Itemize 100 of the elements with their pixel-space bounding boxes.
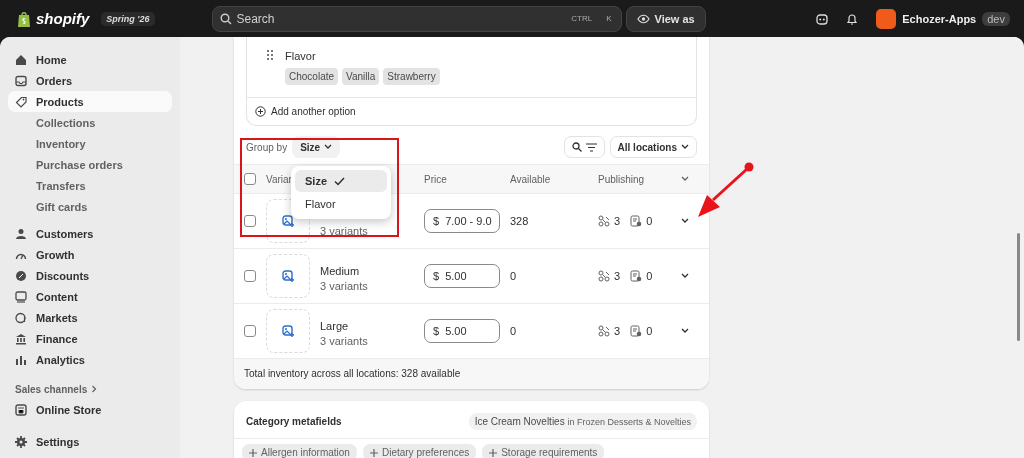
add-image-icon	[282, 215, 294, 227]
image-placeholder[interactable]	[266, 254, 310, 298]
nav-item[interactable]: Products	[8, 91, 172, 112]
available-count: 0	[510, 325, 518, 337]
variant-count: 3 variants	[320, 224, 369, 237]
catalog-count: 0	[646, 270, 653, 282]
channels-icon	[598, 325, 610, 337]
row-checkbox[interactable]	[244, 325, 256, 337]
price-field[interactable]: $ 5.00	[424, 319, 500, 343]
image-frame-icon	[15, 290, 27, 303]
store-badge: dev	[982, 11, 1010, 26]
drag-handle-icon[interactable]	[267, 50, 273, 60]
nav-item[interactable]: Customers	[8, 223, 172, 244]
nav-item[interactable]: Growth	[8, 244, 172, 265]
robot-face-icon[interactable]	[816, 12, 829, 25]
add-metafield-button[interactable]: Storage requirements	[482, 444, 605, 458]
discount-badge-icon	[15, 269, 27, 282]
nav-subitem[interactable]: Collections	[8, 112, 172, 133]
search-icon	[219, 12, 232, 25]
column-header: Variar	[266, 173, 292, 185]
annotation-arrow	[697, 162, 754, 220]
channel-count: 3	[614, 270, 621, 282]
chevron-down-icon	[681, 176, 689, 182]
plus-icon	[249, 448, 257, 457]
variant-name: Medium	[320, 264, 361, 277]
add-image-icon	[282, 270, 294, 282]
checkmark-icon	[334, 176, 345, 186]
shortcut-key: CTRL	[571, 13, 593, 23]
catalog-icon	[630, 270, 643, 282]
store-menu[interactable]: Echozer-Apps dev	[876, 8, 1010, 29]
catalog-icon	[630, 215, 643, 227]
add-metafield-button[interactable]: Dietary preferences	[362, 444, 477, 458]
column-header: Available	[510, 173, 551, 185]
nav-item[interactable]: Settings	[8, 431, 172, 452]
location-dropdown[interactable]: All locations	[609, 136, 697, 158]
nav-item[interactable]: Discounts	[8, 265, 172, 286]
globe-icon	[15, 311, 27, 324]
catalog-count: 0	[646, 325, 653, 337]
nav-subitem[interactable]: Inventory	[8, 133, 172, 154]
category-tag[interactable]: Ice Cream Novelties in Frozen Desserts & Novelties	[468, 413, 697, 430]
tag-icon	[15, 95, 27, 108]
menu-item[interactable]: Flavor	[295, 193, 387, 215]
channel-count: 3	[614, 215, 621, 227]
option-value-chip: Chocolate	[285, 68, 339, 85]
bell-icon[interactable]	[846, 12, 859, 25]
variant-count: 3 variants	[320, 334, 369, 347]
available-count: 0	[510, 270, 518, 282]
add-image-icon	[282, 325, 294, 337]
nav-item[interactable]: Orders	[8, 70, 172, 91]
search-icon	[571, 142, 582, 152]
catalog-icon	[630, 325, 643, 337]
image-placeholder[interactable]	[266, 309, 310, 353]
bank-icon	[15, 332, 27, 345]
chevron-down-icon	[681, 218, 689, 224]
nav-item[interactable]: Finance	[8, 328, 172, 349]
search-filter-button[interactable]	[563, 136, 605, 158]
nav-subitem[interactable]: Purchase orders	[8, 154, 172, 175]
nav-item[interactable]: Analytics	[8, 349, 172, 370]
view-as-button[interactable]: View as	[625, 5, 706, 32]
plus-icon	[369, 448, 378, 457]
variant-count: 3 variants	[320, 279, 369, 292]
filter-lines-icon	[585, 142, 597, 152]
eye-icon	[636, 13, 650, 24]
option-value-chip: Strawberry	[383, 68, 440, 85]
option-name: Flavor	[285, 50, 317, 62]
nav-subitem[interactable]: Gift cards	[8, 196, 172, 217]
variant-name: Large	[320, 319, 350, 332]
chevron-right-icon	[91, 385, 98, 393]
price-field[interactable]: $ 5.00	[424, 264, 500, 288]
plus-circle-icon	[255, 106, 266, 117]
group-by-dropdown[interactable]: Size	[292, 136, 341, 158]
nav-item[interactable]: Markets	[8, 307, 172, 328]
logo-text: shopify	[36, 10, 90, 27]
nav-item[interactable]: Online Store	[8, 399, 172, 420]
nav-subitem[interactable]: Transfers	[8, 175, 172, 196]
menu-item[interactable]: Size	[295, 170, 387, 192]
available-count: 328	[510, 215, 530, 227]
nav-item[interactable]: Home	[8, 49, 172, 70]
channels-icon	[598, 270, 610, 282]
shortcut-key: K	[606, 13, 612, 23]
sales-channels-link[interactable]: Sales channels	[8, 379, 172, 399]
store-logo-icon	[876, 8, 897, 29]
edition-badge: Spring '26	[101, 11, 155, 26]
storefront-icon	[15, 403, 27, 416]
price-field[interactable]: $ 7.00 - 9.0	[424, 209, 500, 233]
nav-item[interactable]: Content	[8, 286, 172, 307]
add-option-link[interactable]: Add another option	[247, 97, 696, 125]
row-checkbox[interactable]	[244, 215, 256, 227]
select-all-checkbox[interactable]	[244, 173, 256, 185]
card-title: Category metafields	[246, 416, 342, 427]
scrollbar[interactable]	[1017, 233, 1020, 341]
bar-chart-icon	[15, 353, 27, 366]
inventory-total: Total inventory across all locations: 328 available	[234, 359, 709, 389]
row-checkbox[interactable]	[244, 270, 256, 282]
column-header: Price	[424, 173, 447, 185]
house-icon	[15, 53, 27, 66]
add-metafield-button[interactable]: Allergen information	[242, 444, 357, 458]
chevron-down-icon	[681, 328, 689, 334]
plus-icon	[489, 448, 498, 457]
chevron-down-icon	[324, 144, 333, 150]
